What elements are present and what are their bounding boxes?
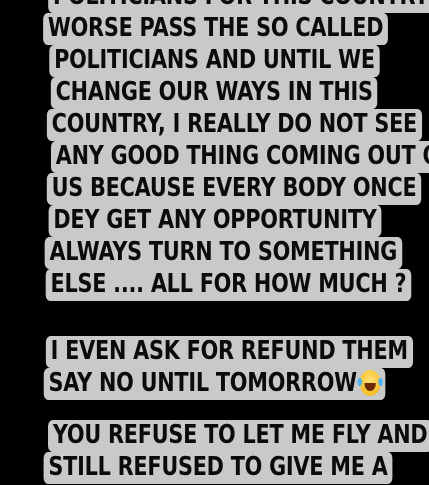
story-screen: POLITICIANS FOR THIS COUNTRY WORSE PASS …: [0, 0, 429, 485]
text-line: WORSE PASS THE SO CALLED: [43, 13, 389, 45]
text-line: ALWAYS TURN TO SOMETHING: [44, 237, 402, 269]
text-line-content: SAY NO UNTIL TOMORROW: [48, 368, 357, 398]
text-line: I EVEN ASK FOR REFUND THEM: [45, 336, 413, 368]
story-text-block-2: I EVEN ASK FOR REFUND THEM SAY NO UNTIL …: [0, 336, 429, 400]
text-line: ELSE .... ALL FOR HOW MUCH ?: [45, 269, 412, 301]
text-line: ANY GOOD THING COMING OUT OF: [50, 141, 429, 173]
text-line: STILL REFUSED TO GIVE ME A: [43, 452, 393, 484]
text-line: POLITICIANS AND UNTIL WE: [49, 45, 380, 77]
face-with-tears-of-joy-icon: [357, 370, 381, 396]
text-line: US BECAUSE EVERY BODY ONCE: [46, 173, 422, 205]
text-line: SAY NO UNTIL TOMORROW: [43, 368, 386, 400]
text-line: DEY GET ANY OPPORTUNITY: [48, 205, 381, 237]
text-line: CHANGE OUR WAYS IN THIS: [51, 77, 378, 109]
text-line: POLITICIANS FOR THIS COUNTRY: [48, 0, 429, 13]
text-line: COUNTRY, I REALLY DO NOT SEE: [46, 109, 422, 141]
story-text-block-1: POLITICIANS FOR THIS COUNTRY WORSE PASS …: [0, 0, 429, 301]
text-line: YOU REFUSE TO LET ME FLY AND: [48, 420, 429, 452]
story-text-block-3: YOU REFUSE TO LET ME FLY AND STILL REFUS…: [0, 420, 429, 484]
